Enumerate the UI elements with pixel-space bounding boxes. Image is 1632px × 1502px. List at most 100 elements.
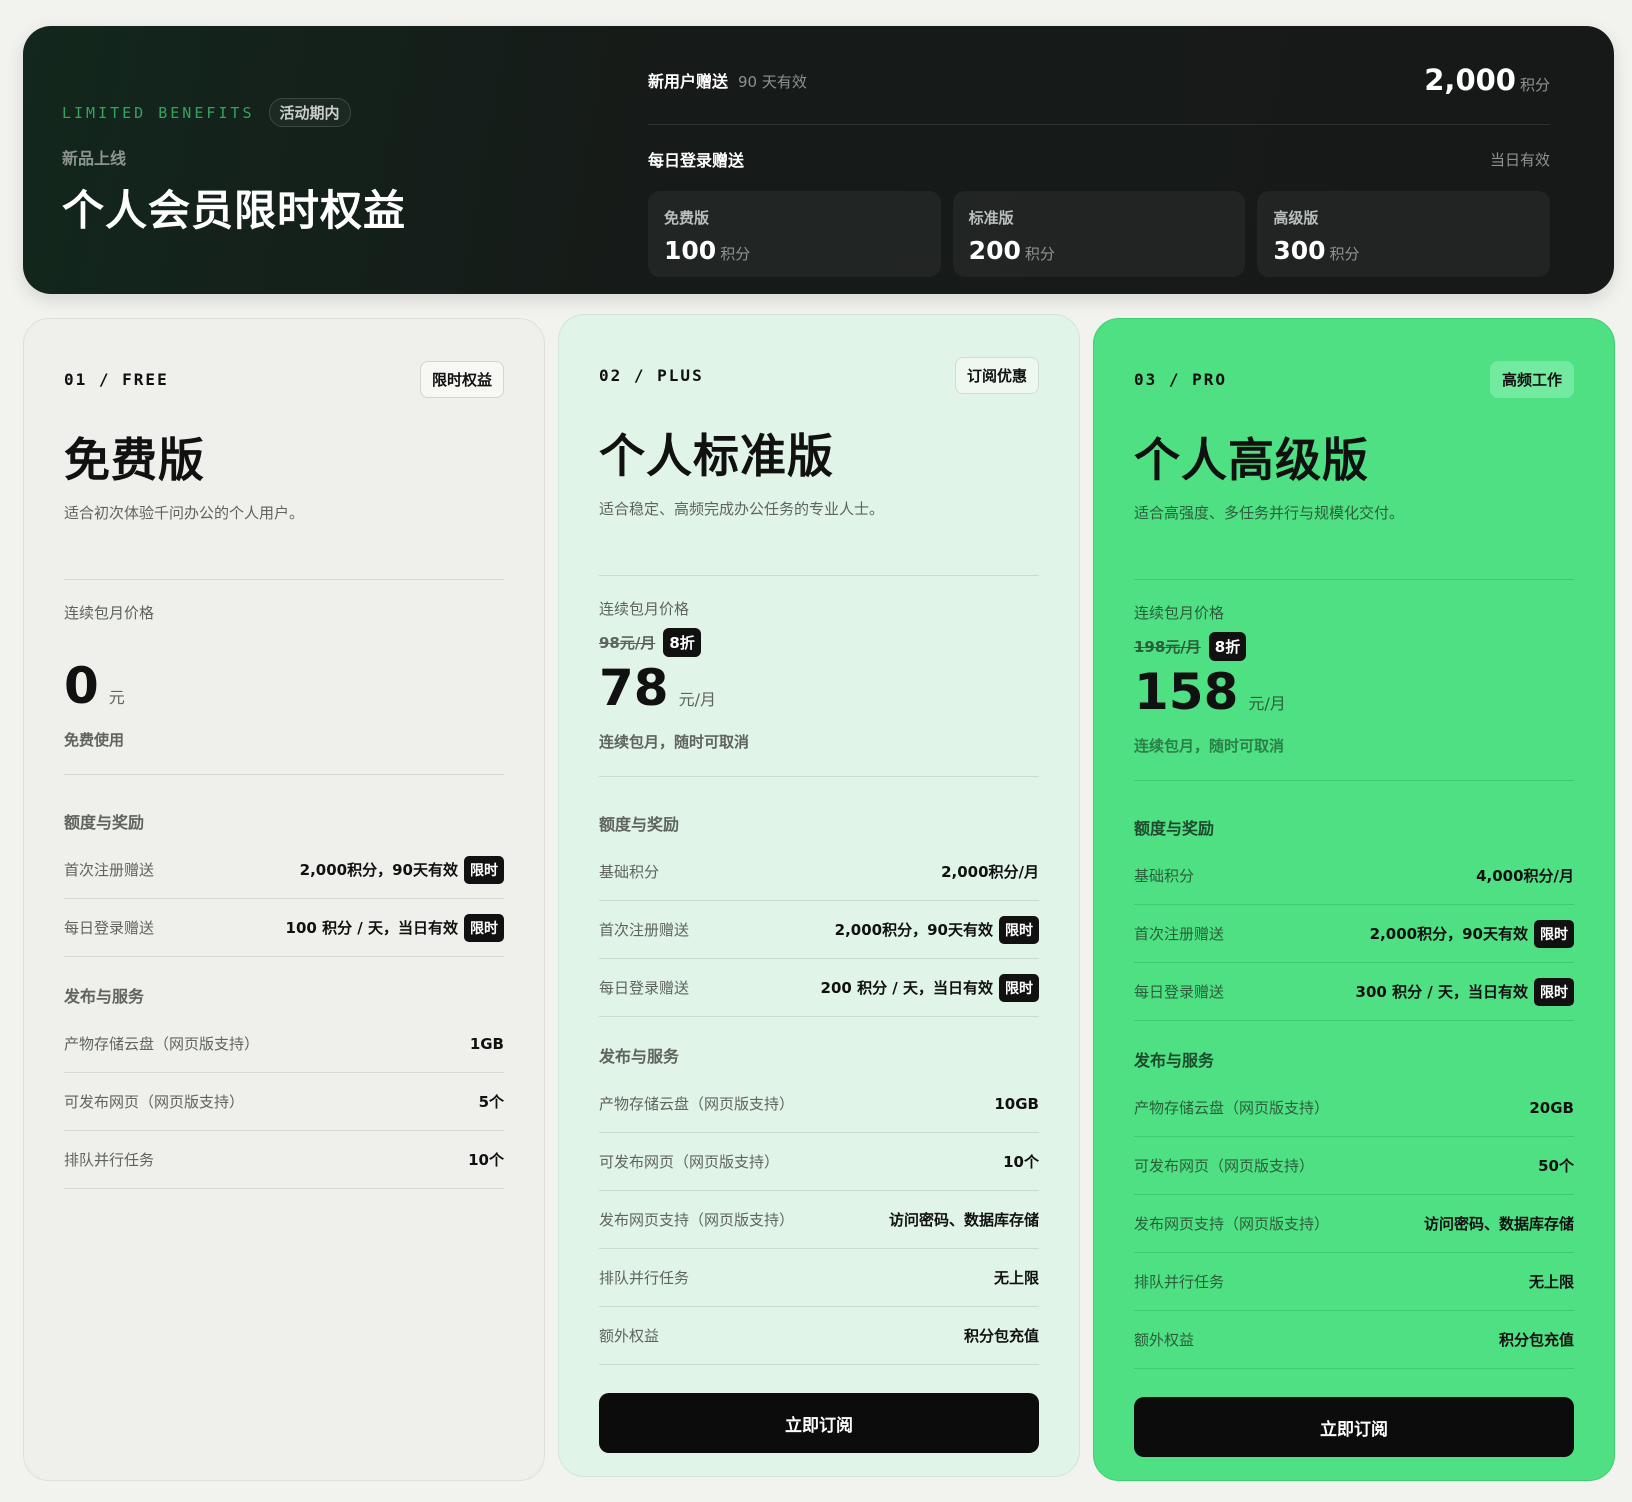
price-block: 连续包月价格 0 元 免费使用 — [64, 580, 504, 750]
price-value: 78 — [599, 659, 669, 717]
plan-code: 02 / PLUS — [599, 365, 704, 385]
limited-badge: 限时 — [1534, 919, 1574, 948]
banner-subtitle: 新品上线 — [62, 149, 127, 168]
feature-label: 可发布网页（网页版支持） — [599, 1153, 780, 1171]
feature-row: 排队并行任务 无上限 — [1134, 1253, 1574, 1311]
new-user-bonus-value: 2,000 — [1424, 63, 1516, 97]
event-period-pill: 活动期内 — [268, 98, 351, 127]
limited-badge: 限时 — [999, 973, 1039, 1002]
feature-label: 产物存储云盘（网页版支持） — [64, 1035, 260, 1053]
feature-value: 10GB — [994, 1094, 1039, 1113]
limited-badge: 限时 — [1534, 977, 1574, 1006]
feature-value: 无上限 — [1528, 1273, 1574, 1291]
discount-badge: 8折 — [663, 627, 701, 657]
subscribe-button[interactable]: 立即订阅 — [1134, 1397, 1574, 1457]
price-label: 连续包月价格 — [64, 604, 155, 622]
price-label: 连续包月价格 — [599, 600, 690, 618]
plan-tag: 限时权益 — [419, 360, 504, 398]
plan-name: 个人高级版 — [1134, 433, 1369, 487]
feature-label: 排队并行任务 — [599, 1269, 690, 1287]
feature-label: 发布网页支持（网页版支持） — [599, 1211, 795, 1229]
feature-value: 2,000积分，90天有效 — [834, 921, 993, 939]
plan-card-plus: 02 / PLUS 订阅优惠 个人标准版 适合稳定、高频完成办公任务的专业人士。… — [558, 314, 1080, 1477]
feature-label: 首次注册赠送 — [1134, 925, 1225, 943]
new-user-bonus-label: 新用户赠送 — [648, 72, 729, 91]
feature-row: 基础积分 2,000积分/月 — [599, 843, 1039, 901]
feature-value: 访问密码、数据库存储 — [888, 1211, 1039, 1229]
divider — [64, 774, 504, 775]
feature-label: 产物存储云盘（网页版支持） — [599, 1095, 795, 1113]
feature-label: 每日登录赠送 — [1134, 983, 1225, 1001]
feature-row: 额外权益 积分包充值 — [1134, 1311, 1574, 1369]
feature-value: 2,000积分/月 — [941, 863, 1039, 881]
tier-unit: 积分 — [720, 245, 751, 263]
banner-heading: LIMITED BENEFITS 活动期内 新品上线 个人会员限时权益 — [62, 98, 406, 238]
feature-label: 基础积分 — [599, 863, 660, 881]
new-user-bonus-unit: 积分 — [1519, 76, 1550, 94]
price-value: 158 — [1134, 663, 1239, 721]
price-block: 连续包月价格 198元/月 8折 158 元/月 连续包月，随时可取消 — [1134, 580, 1574, 756]
feature-row: 可发布网页（网页版支持） 5个 — [64, 1073, 504, 1131]
plan-description: 适合高强度、多任务并行与规模化交付。 — [1134, 504, 1405, 522]
feature-value: 1GB — [469, 1034, 504, 1053]
plan-name: 个人标准版 — [599, 429, 834, 483]
limited-badge: 限时 — [464, 913, 504, 942]
feature-row: 产物存储云盘（网页版支持） 10GB — [599, 1075, 1039, 1133]
divider — [1134, 780, 1574, 781]
feature-value: 积分包充值 — [1498, 1331, 1574, 1349]
feature-row: 首次注册赠送 2,000积分，90天有效 限时 — [599, 901, 1039, 959]
quota-section-title: 额度与奖励 — [599, 815, 680, 834]
plan-tag: 订阅优惠 — [954, 356, 1039, 394]
feature-label: 产物存储云盘（网页版支持） — [1134, 1099, 1330, 1117]
limited-badge: 限时 — [464, 855, 504, 884]
price-block: 连续包月价格 98元/月 8折 78 元/月 连续包月，随时可取消 — [599, 576, 1039, 752]
tier-unit: 积分 — [1329, 245, 1360, 263]
feature-value: 10个 — [468, 1151, 504, 1169]
plan-tag: 高频工作 — [1489, 360, 1574, 398]
price-note: 连续包月，随时可取消 — [599, 733, 750, 751]
service-section-title: 发布与服务 — [64, 987, 145, 1006]
banner-benefits: 新用户赠送 90 天有效 2,000 积分 每日登录赠送 当日有效 免费版 100… — [648, 56, 1551, 277]
price-label: 连续包月价格 — [1134, 604, 1225, 622]
feature-label: 可发布网页（网页版支持） — [64, 1093, 245, 1111]
feature-label: 可发布网页（网页版支持） — [1134, 1157, 1315, 1175]
tier-name: 标准版 — [968, 209, 1014, 227]
daily-login-row: 每日登录赠送 当日有效 — [648, 147, 1550, 171]
discount-badge: 8折 — [1208, 631, 1247, 661]
feature-row: 产物存储云盘（网页版支持） 20GB — [1134, 1079, 1574, 1137]
tier-free: 免费版 100 积分 — [648, 191, 941, 277]
feature-value: 2,000积分，90天有效 — [299, 861, 458, 879]
quota-section-title: 额度与奖励 — [1134, 819, 1215, 838]
feature-row: 首次注册赠送 2,000积分，90天有效 限时 — [1134, 905, 1574, 963]
feature-row: 排队并行任务 10个 — [64, 1131, 504, 1189]
price-unit: 元/月 — [678, 690, 716, 709]
feature-row: 额外权益 积分包充值 — [599, 1307, 1039, 1365]
price-unit: 元/月 — [1248, 694, 1286, 713]
feature-row: 每日登录赠送 100 积分 / 天，当日有效 限时 — [64, 899, 504, 957]
daily-login-label: 每日登录赠送 — [648, 151, 745, 170]
feature-value: 4,000积分/月 — [1476, 867, 1574, 885]
feature-value: 20GB — [1529, 1098, 1574, 1117]
price-note: 免费使用 — [64, 731, 125, 749]
promo-banner: LIMITED BENEFITS 活动期内 新品上线 个人会员限时权益 新用户赠… — [23, 26, 1614, 294]
feature-value: 200 积分 / 天，当日有效 — [820, 979, 993, 997]
feature-value: 无上限 — [993, 1269, 1039, 1287]
banner-eyebrow: LIMITED BENEFITS — [62, 103, 255, 122]
plan-description: 适合稳定、高频完成办公任务的专业人士。 — [599, 500, 885, 518]
subscribe-button[interactable]: 立即订阅 — [599, 1393, 1039, 1453]
feature-label: 每日登录赠送 — [599, 979, 690, 997]
daily-login-note: 当日有效 — [1489, 150, 1550, 169]
feature-label: 每日登录赠送 — [64, 919, 155, 937]
new-user-bonus-note: 90 天有效 — [738, 73, 807, 91]
feature-label: 额外权益 — [599, 1327, 660, 1345]
feature-label: 排队并行任务 — [1134, 1273, 1225, 1291]
price-value: 0 — [64, 657, 99, 715]
banner-eyebrow-row: LIMITED BENEFITS 活动期内 — [62, 98, 406, 127]
feature-row: 发布网页支持（网页版支持） 访问密码、数据库存储 — [1134, 1195, 1574, 1253]
new-user-bonus-row: 新用户赠送 90 天有效 2,000 积分 — [648, 56, 1550, 125]
price-note: 连续包月，随时可取消 — [1134, 737, 1285, 755]
feature-label: 首次注册赠送 — [599, 921, 690, 939]
plan-card-free: 01 / FREE 限时权益 免费版 适合初次体验千问办公的个人用户。 连续包月… — [23, 318, 545, 1481]
price-unit: 元 — [108, 688, 125, 707]
feature-row: 基础积分 4,000积分/月 — [1134, 847, 1574, 905]
